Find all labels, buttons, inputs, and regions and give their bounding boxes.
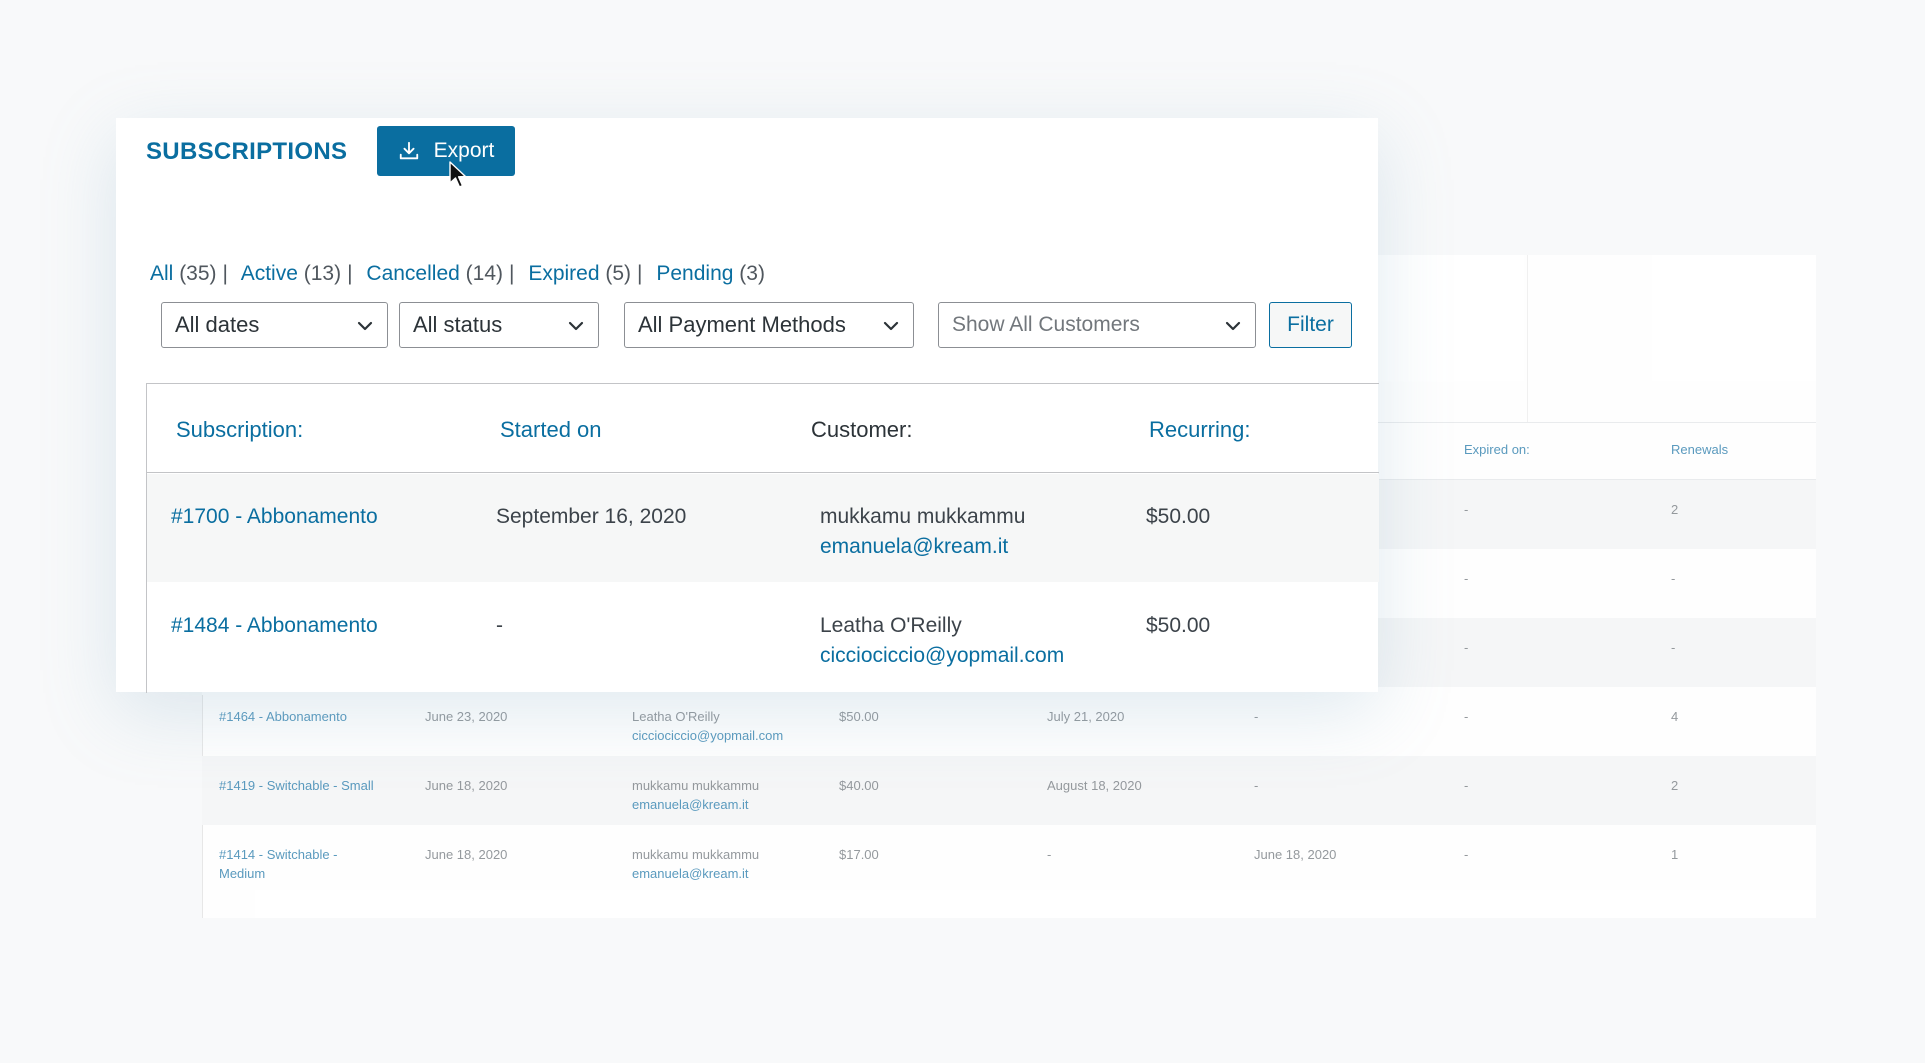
dates-select-value: All dates <box>175 312 260 337</box>
background-cell-customer-name: mukkamu mukkammu <box>632 847 760 862</box>
subscription-link[interactable]: #1700 - Abbonamento <box>171 502 378 532</box>
customer-email-link[interactable]: emanuela@kream.it <box>820 532 1008 562</box>
chevron-down-icon <box>883 321 899 331</box>
background-cell-expired: - <box>1464 502 1469 517</box>
background-cell-renewals: - <box>1671 571 1676 586</box>
background-column-divider <box>1527 255 1528 422</box>
background-cell-started: June 18, 2020 <box>425 778 508 793</box>
status-filter-all[interactable]: All <box>150 262 173 285</box>
background-cell-recurring: $50.00 <box>839 709 879 724</box>
background-cell-started: June 23, 2020 <box>425 709 508 724</box>
payment-methods-select-value: All Payment Methods <box>638 312 846 337</box>
table-row: #1484 - Abbonamento - Leatha O'Reilly ci… <box>147 583 1379 691</box>
column-header-started-on[interactable]: Started on <box>500 417 602 443</box>
recurring-cell: $50.00 <box>1146 614 1211 637</box>
status-count-cancelled: (14) <box>465 262 504 285</box>
status-select-value: All status <box>413 312 503 337</box>
customer-email-link[interactable]: cicciociccio@yopmail.com <box>820 641 1064 671</box>
column-header-customer: Customer: <box>811 417 913 442</box>
background-cell-started: June 18, 2020 <box>425 847 508 862</box>
background-cell-ended: - <box>1254 778 1259 793</box>
table-header: Subscription: Started on Customer: Recur… <box>147 384 1379 473</box>
status-filter-links: All (35) | Active (13) | Cancelled (14) | E… <box>150 262 765 285</box>
customers-select-placeholder: Show All Customers <box>952 313 1140 336</box>
started-on-cell: September 16, 2020 <box>496 505 687 528</box>
background-cell-ended: June 18, 2020 <box>1254 847 1337 862</box>
status-filter-active[interactable]: Active <box>241 262 298 285</box>
chevron-down-icon <box>568 321 584 331</box>
background-cell-expired: - <box>1464 847 1469 862</box>
background-cell-subscription: #1414 - Switchable - <box>219 847 338 862</box>
background-cell-expired: - <box>1464 640 1469 655</box>
status-count-expired: (5) <box>605 262 632 285</box>
background-cell-renewals: 4 <box>1671 709 1679 724</box>
background-cell-renewals: 2 <box>1671 502 1679 517</box>
background-cell-subscription: #1464 - Abbonamento <box>219 709 347 724</box>
background-table-row: #1414 - Switchable - Medium June 18, 202… <box>202 825 1816 894</box>
column-header-subscription[interactable]: Subscription: <box>176 417 303 443</box>
status-count-all: (35) <box>179 262 217 285</box>
column-header-recurring[interactable]: Recurring: <box>1149 417 1250 443</box>
filter-button[interactable]: Filter <box>1269 302 1352 348</box>
background-cell-subscription-line2: Medium <box>219 866 266 881</box>
customer-name: Leatha O'Reilly <box>820 614 962 637</box>
dates-select[interactable]: All dates <box>161 302 388 348</box>
background-cell-recurring: $40.00 <box>839 778 879 793</box>
status-filter-pending[interactable]: Pending <box>656 262 733 285</box>
page-title: SUBSCRIPTIONS <box>146 138 348 165</box>
recurring-cell: $50.00 <box>1146 505 1211 528</box>
background-cell-next: July 21, 2020 <box>1047 709 1125 724</box>
background-cell-recurring: $17.00 <box>839 847 879 862</box>
background-cell-customer-email: emanuela@kream.it <box>632 866 749 881</box>
status-filter-cancelled[interactable]: Cancelled <box>366 262 459 285</box>
subscriptions-table: Subscription: Started on Customer: Recur… <box>146 383 1379 693</box>
background-cell-renewals: 1 <box>1671 847 1679 862</box>
started-on-cell: - <box>496 614 503 637</box>
customer-name: mukkamu mukkammu <box>820 505 1026 528</box>
payment-methods-select[interactable]: All Payment Methods <box>624 302 914 348</box>
background-cell-expired: - <box>1464 571 1469 586</box>
background-cell-next: August 18, 2020 <box>1047 778 1142 793</box>
download-icon <box>399 141 418 160</box>
export-button[interactable]: Export <box>377 126 515 176</box>
background-cell-customer-email: emanuela@kream.it <box>632 797 749 812</box>
background-header-renewals: Renewals <box>1671 442 1729 457</box>
status-select[interactable]: All status <box>399 302 599 348</box>
chevron-down-icon <box>1225 321 1241 331</box>
background-table-row: #1464 - Abbonamento June 23, 2020 Leatha… <box>202 687 1816 756</box>
background-cell-customer-name: Leatha O'Reilly <box>632 709 720 724</box>
status-filter-expired[interactable]: Expired <box>528 262 599 285</box>
subscriptions-panel: SUBSCRIPTIONS Export All (35) | Active (1… <box>116 118 1379 693</box>
background-cell-ended: - <box>1254 709 1259 724</box>
chevron-down-icon <box>357 321 373 331</box>
background-header-expired-on: Expired on: <box>1464 442 1530 457</box>
export-button-label: Export <box>433 139 495 162</box>
background-cell-renewals: 2 <box>1671 778 1679 793</box>
background-cell-customer-email: cicciociccio@yopmail.com <box>632 728 784 743</box>
status-count-active: (13) <box>303 262 342 285</box>
status-count-pending: (3) <box>739 262 765 285</box>
background-table-row: #1419 - Switchable - Small June 18, 2020… <box>202 756 1816 825</box>
background-cell-expired: - <box>1464 709 1469 724</box>
customers-select[interactable]: Show All Customers <box>938 302 1256 348</box>
table-row: #1700 - Abbonamento September 16, 2020 m… <box>147 474 1379 582</box>
background-cell-renewals: - <box>1671 640 1676 655</box>
background-cell-expired: - <box>1464 778 1469 793</box>
subscription-link[interactable]: #1484 - Abbonamento <box>171 611 378 641</box>
background-cell-next: - <box>1047 847 1052 862</box>
background-cell-subscription: #1419 - Switchable - Small <box>219 778 374 793</box>
background-cell-customer-name: mukkamu mukkammu <box>632 778 760 793</box>
